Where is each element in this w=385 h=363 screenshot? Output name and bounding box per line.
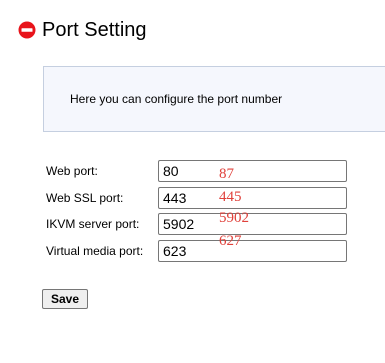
web-port-label: Web port:: [46, 164, 98, 178]
web-ssl-port-note: 445: [219, 189, 242, 205]
page-header: Port Setting: [18, 17, 147, 43]
ikvm-server-port-note: 5902: [219, 210, 249, 226]
web-ssl-port-input[interactable]: [158, 187, 347, 209]
virtual-media-port-input[interactable]: [158, 240, 347, 262]
web-port-input[interactable]: [158, 160, 347, 182]
ikvm-server-port-input[interactable]: [158, 213, 347, 235]
virtual-media-port-label: Virtual media port:: [46, 244, 144, 258]
ikvm-server-port-row: IKVM server port:: [46, 213, 356, 235]
web-port-row: Web port:: [46, 160, 356, 182]
virtual-media-port-note: 627: [219, 233, 242, 249]
web-port-note: 87: [219, 166, 234, 182]
info-panel: Here you can configure the port number: [43, 66, 385, 132]
save-button[interactable]: Save: [42, 289, 89, 309]
page-title: Port Setting: [42, 19, 147, 41]
virtual-media-port-row: Virtual media port:: [46, 240, 356, 262]
info-text: Here you can configure the port number: [70, 92, 283, 106]
no-entry-icon: [18, 21, 36, 39]
web-ssl-port-row: Web SSL port:: [46, 187, 356, 209]
web-ssl-port-label: Web SSL port:: [46, 191, 124, 205]
ikvm-server-port-label: IKVM server port:: [46, 217, 140, 231]
